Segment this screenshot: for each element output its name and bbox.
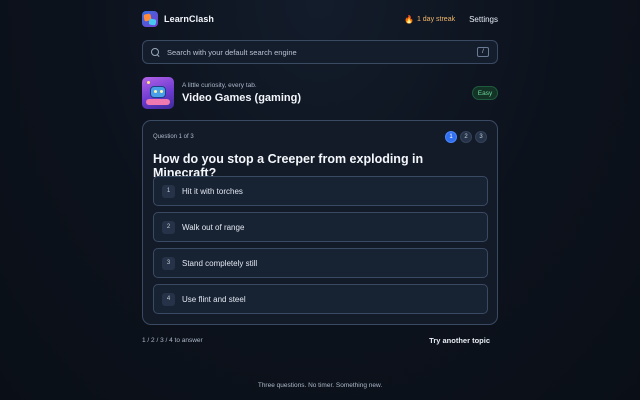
answer-option-4[interactable]: 4 Use flint and steel <box>153 284 488 314</box>
settings-link[interactable]: Settings <box>469 15 498 24</box>
app-logo-icon[interactable] <box>142 11 158 27</box>
search-icon <box>151 47 160 57</box>
topic-title: Video Games (gaming) <box>182 92 301 104</box>
topic-tagline: A little curiosity, every tab. <box>182 82 257 89</box>
brand-name: LearnClash <box>164 14 215 24</box>
difficulty-badge: Easy <box>472 86 498 100</box>
search-bar[interactable]: / <box>142 40 498 64</box>
streak-label: 1 day streak <box>416 15 456 23</box>
option-label: Use flint and steel <box>182 294 246 304</box>
topic-text: A little curiosity, every tab. Video Gam… <box>182 82 472 104</box>
fire-icon: 🔥 <box>403 14 414 24</box>
page-tagline: Three questions. No timer. Something new… <box>257 382 383 389</box>
topic-header: A little curiosity, every tab. Video Gam… <box>142 77 498 109</box>
option-number: 1 <box>162 184 175 198</box>
option-number: 4 <box>162 292 175 306</box>
app-header: LearnClash 🔥 1 day streak Settings <box>142 10 498 28</box>
answer-option-3[interactable]: 3 Stand completely still <box>153 248 488 278</box>
robot-eye-right <box>160 90 163 93</box>
option-label: Walk out of range <box>182 222 245 232</box>
quiz-footer: 1 / 2 / 3 / 4 to answer Try another topi… <box>142 335 490 345</box>
streak-indicator: 🔥 1 day streak <box>404 15 455 24</box>
try-another-topic-button[interactable]: Try another topic <box>429 336 490 345</box>
sparkle-decoration <box>147 81 150 84</box>
search-input[interactable] <box>167 47 477 57</box>
controller-base <box>146 99 170 105</box>
shortcut-key-hint: / <box>477 47 489 57</box>
step-indicator-2: 2 <box>460 131 472 143</box>
robot-eye-left <box>154 90 157 93</box>
topic-thumbnail <box>142 77 174 109</box>
option-number: 2 <box>162 220 175 234</box>
option-label: Stand completely still <box>182 258 258 268</box>
option-number: 3 <box>162 256 175 270</box>
answer-option-2[interactable]: 2 Walk out of range <box>153 212 488 242</box>
option-label: Hit it with torches <box>182 186 243 196</box>
quiz-card: Question 1 of 3 1 2 3 How do you stop a … <box>142 120 498 325</box>
quiz-card-top: Question 1 of 3 1 2 3 <box>153 130 487 144</box>
keyboard-hint: 1 / 2 / 3 / 4 to answer <box>142 336 203 344</box>
robot-illustration <box>150 86 166 98</box>
step-indicator-1: 1 <box>445 131 457 143</box>
step-indicator-3: 3 <box>475 131 487 143</box>
question-counter: Question 1 of 3 <box>153 134 194 140</box>
answer-option-1[interactable]: 1 Hit it with torches <box>153 176 488 206</box>
answer-options: 1 Hit it with torches 2 Walk out of rang… <box>153 176 488 320</box>
